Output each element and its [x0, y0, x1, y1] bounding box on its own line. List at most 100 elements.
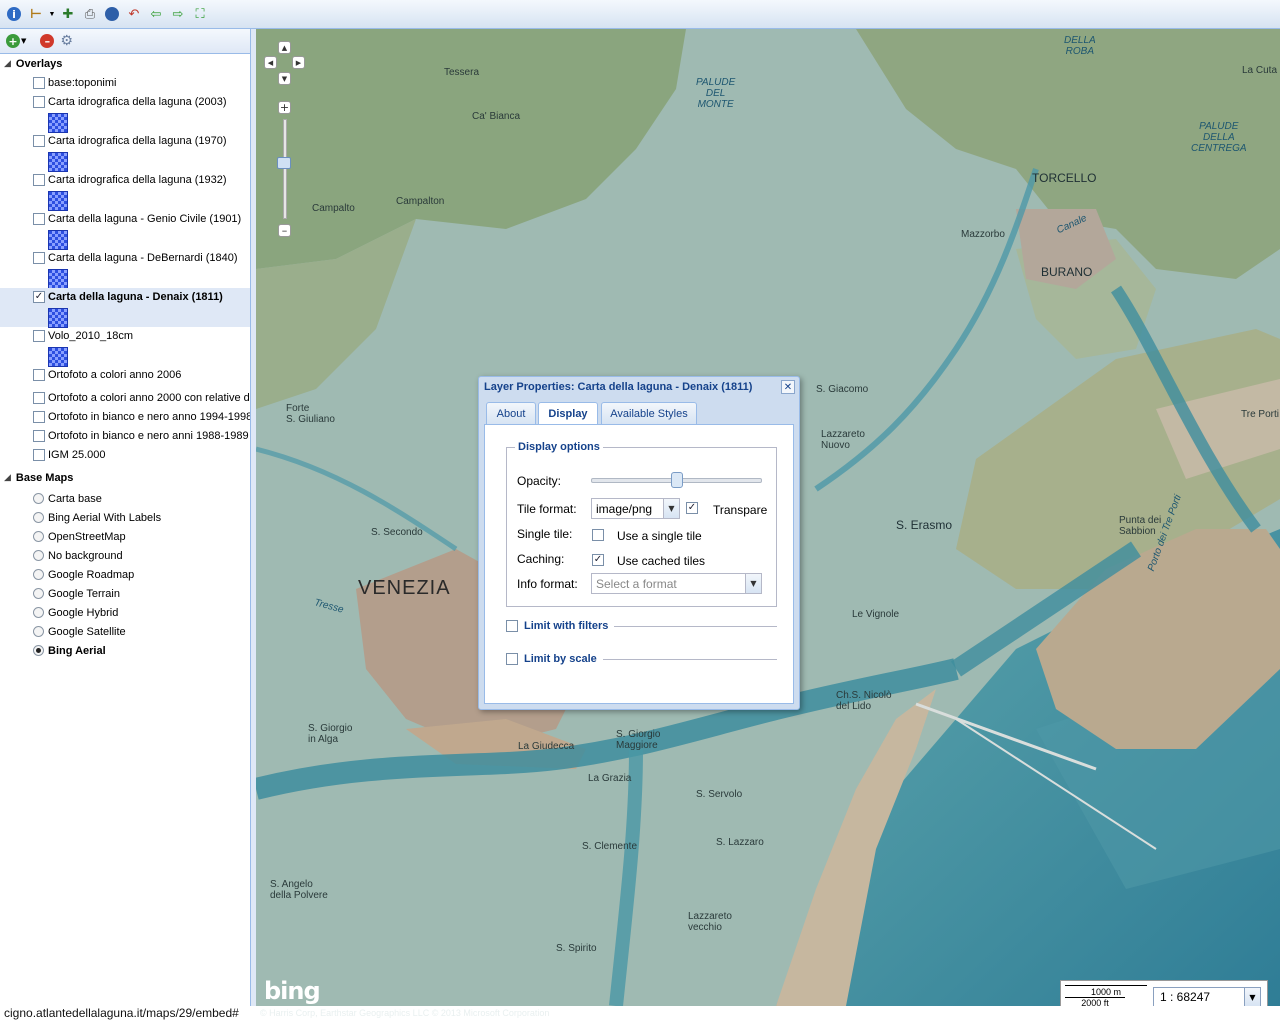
opacity-slider-thumb[interactable] — [670, 472, 683, 488]
caching-checkbox[interactable]: ✓ — [592, 554, 604, 566]
google-earth-icon[interactable] — [102, 4, 122, 24]
overlay-item[interactable]: base:toponimi — [0, 74, 250, 93]
overlay-item[interactable]: ✓ Carta della laguna - Denaix (1811) — [0, 288, 250, 327]
basemap-item[interactable]: Google Roadmap — [0, 565, 250, 584]
overlay-checkbox[interactable] — [33, 369, 45, 381]
basemap-item[interactable]: Google Hybrid — [0, 603, 250, 622]
dropdown-arrow-icon[interactable]: ▼ — [21, 37, 26, 45]
basemap-radio[interactable] — [33, 550, 44, 561]
info-format-label: Info format: — [517, 577, 578, 591]
info-icon[interactable]: i — [4, 4, 24, 24]
chevron-down-icon[interactable]: ▼ — [1244, 988, 1260, 1006]
tab-display[interactable]: Display — [538, 402, 598, 425]
basemap-radio[interactable] — [33, 588, 44, 599]
zoom-in-button[interactable]: + — [278, 101, 291, 114]
map-label-s-spirito: S. Spirito — [556, 943, 597, 954]
chevron-down-icon[interactable]: ▼ — [663, 499, 679, 518]
basemap-radio[interactable] — [33, 645, 44, 656]
tile-format-select[interactable]: image/png ▼ — [591, 498, 680, 519]
overlay-checkbox[interactable] — [33, 213, 45, 225]
zoom-slider-track[interactable] — [283, 119, 287, 219]
overlay-checkbox[interactable] — [33, 135, 45, 147]
dropdown-arrow-icon[interactable]: ▼ — [48, 4, 56, 24]
tab-available-styles[interactable]: Available Styles — [601, 402, 697, 424]
remove-layer-icon[interactable]: – — [40, 34, 55, 48]
pan-left-button[interactable]: ◀ — [264, 56, 277, 69]
basemap-radio[interactable] — [33, 531, 44, 542]
basemap-radio[interactable] — [33, 493, 44, 504]
tile-format-value: image/png — [596, 501, 653, 516]
limit-filters-fieldset[interactable]: Limit with filters — [506, 619, 777, 633]
zoom-slider-thumb[interactable] — [277, 157, 291, 169]
info-format-placeholder: Select a format — [596, 576, 677, 591]
zoom-out-button[interactable]: – — [278, 224, 291, 237]
overlay-checkbox[interactable]: ✓ — [33, 291, 45, 303]
overlay-checkbox[interactable] — [33, 430, 45, 442]
collapse-icon[interactable]: ◢ — [4, 473, 11, 483]
overlay-item[interactable]: Carta idrografica della laguna (1932) — [0, 171, 250, 190]
basemap-item[interactable]: Carta base — [0, 489, 250, 508]
add-layer-icon[interactable]: + — [6, 34, 20, 48]
overlays-section[interactable]: ◢ Overlays — [4, 58, 62, 70]
basemap-item[interactable]: Bing Aerial With Labels — [0, 508, 250, 527]
zoom-extent-icon[interactable]: ⛶ — [190, 4, 210, 24]
tab-about[interactable]: About — [486, 402, 536, 424]
refresh-icon[interactable]: ↶ — [124, 4, 144, 24]
terms-link[interactable]: Terms of Use — [554, 1008, 607, 1018]
scale-metric: 1000 m — [1090, 987, 1122, 997]
overlay-item[interactable]: Carta idrografica della laguna (2003) — [0, 93, 250, 112]
info-format-select[interactable]: Select a format ▼ — [591, 573, 762, 594]
overlay-item[interactable]: Ortofoto a colori anno 2006 — [0, 366, 250, 385]
overlay-checkbox[interactable] — [33, 411, 45, 423]
pan-down-button[interactable]: ▼ — [278, 72, 291, 85]
overlay-item[interactable]: Volo_2010_18cm — [0, 327, 250, 346]
single-tile-label: Single tile: — [517, 527, 573, 541]
overlay-label: Ortofoto in bianco e nero anno 1994-1998 — [48, 411, 250, 423]
basemap-item[interactable]: No background — [0, 546, 250, 565]
measure-icon[interactable]: ⊢ — [26, 4, 46, 24]
basemap-radio[interactable] — [33, 607, 44, 618]
overlay-item[interactable]: Carta idrografica della laguna (1970) — [0, 132, 250, 151]
close-icon[interactable]: ✕ — [781, 380, 795, 394]
overlay-item[interactable]: Ortofoto a colori anno 2000 con relative… — [0, 389, 250, 408]
limit-scale-fieldset[interactable]: Limit by scale — [506, 652, 777, 666]
basemap-item[interactable]: Google Terrain — [0, 584, 250, 603]
base-maps-section[interactable]: ◢ Base Maps — [4, 472, 73, 484]
basemap-item[interactable]: OpenStreetMap — [0, 527, 250, 546]
basemap-radio[interactable] — [33, 626, 44, 637]
display-options-fieldset: Display options Opacity: Tile format: im… — [506, 441, 777, 607]
overlay-checkbox[interactable] — [33, 96, 45, 108]
overlay-item[interactable]: Carta della laguna - Genio Civile (1901) — [0, 210, 250, 229]
overlay-checkbox[interactable] — [33, 174, 45, 186]
overlay-checkbox[interactable] — [33, 330, 45, 342]
map-label-campalto: Campalto — [312, 203, 355, 214]
limit-filters-checkbox[interactable] — [506, 620, 518, 632]
single-tile-checkbox[interactable] — [592, 529, 604, 541]
chevron-down-icon[interactable]: ▼ — [745, 574, 761, 593]
forward-icon[interactable]: ⇨ — [168, 4, 188, 24]
basemap-radio[interactable] — [33, 512, 44, 523]
basemap-item[interactable]: Bing Aerial — [0, 641, 250, 660]
overlay-checkbox[interactable] — [33, 392, 45, 404]
opacity-label: Opacity: — [517, 474, 562, 488]
transparent-checkbox[interactable]: ✓ — [686, 502, 698, 514]
scale-ratio-select[interactable]: 1 : 68247 ▼ — [1153, 987, 1261, 1006]
pan-right-button[interactable]: ▶ — [292, 56, 305, 69]
overlay-checkbox[interactable] — [33, 449, 45, 461]
collapse-icon[interactable]: ◢ — [4, 59, 11, 69]
overlay-item[interactable]: Carta della laguna - DeBernardi (1840) — [0, 249, 250, 268]
basemap-item[interactable]: Google Satellite — [0, 622, 250, 641]
back-icon[interactable]: ⇦ — [146, 4, 166, 24]
overlay-item[interactable]: Ortofoto in bianco e nero anni 1988-1989 — [0, 427, 250, 446]
zoom-in-icon[interactable]: ✚ — [58, 4, 78, 24]
map-label-s-giorgio-maggiore: S. Giorgio Maggiore — [616, 729, 661, 751]
limit-scale-checkbox[interactable] — [506, 653, 518, 665]
overlay-checkbox[interactable] — [33, 77, 45, 89]
overlay-item[interactable]: Ortofoto in bianco e nero anno 1994-1998 — [0, 408, 250, 427]
print-icon[interactable]: ⎙ — [80, 4, 100, 24]
basemap-radio[interactable] — [33, 569, 44, 580]
overlay-checkbox[interactable] — [33, 252, 45, 264]
overlay-item[interactable]: IGM 25.000 — [0, 446, 250, 465]
layer-properties-icon[interactable]: ⚙ — [60, 33, 73, 49]
pan-up-button[interactable]: ▲ — [278, 41, 291, 54]
